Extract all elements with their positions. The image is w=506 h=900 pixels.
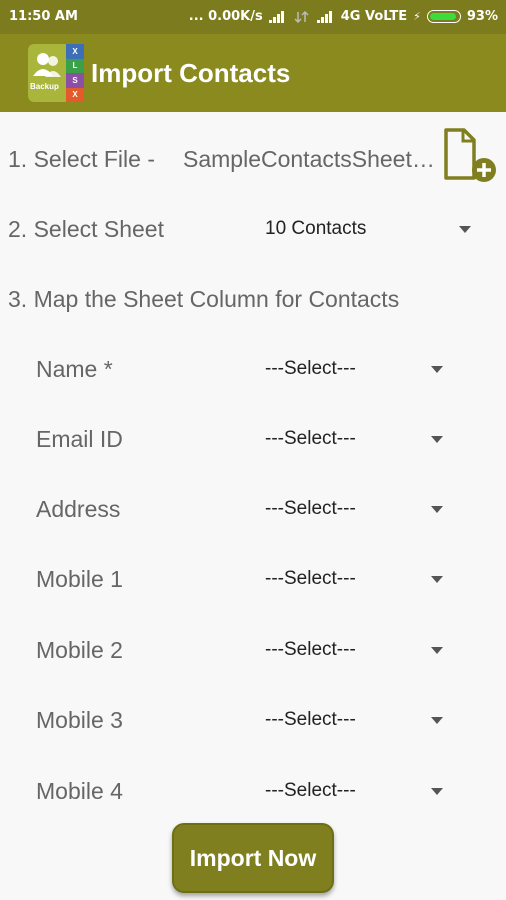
map-columns-label: 3. Map the Sheet Column for Contacts <box>8 286 400 312</box>
status-time: 11:50 AM <box>9 9 78 24</box>
contacts-icon <box>33 53 61 77</box>
charging-icon: ⚡ <box>413 10 421 23</box>
select-file-row: 1. Select File - SampleContactsSheet.xls… <box>0 138 506 178</box>
dropdown-value: ---Select--- <box>265 639 356 660</box>
field-dropdown-mobile-3[interactable]: ---Select--- <box>265 699 465 739</box>
logo-text: Backup <box>30 82 59 91</box>
field-label: Mobile 1 <box>36 566 123 592</box>
field-row-mobile-3: Mobile 3 ---Select--- <box>0 699 506 739</box>
app-bar: Backup X L S X Import Contacts <box>0 34 506 112</box>
field-row-mobile-4: Mobile 4 ---Select--- <box>0 770 506 810</box>
chevron-down-icon <box>431 576 443 583</box>
dropdown-value: ---Select--- <box>265 428 356 449</box>
logo-letter: X <box>66 87 84 102</box>
field-dropdown-mobile-1[interactable]: ---Select--- <box>265 558 465 598</box>
battery-percent: 93% <box>466 9 498 24</box>
network-speed: ... 0.00K/s <box>188 9 263 24</box>
import-now-button[interactable]: Import Now <box>172 823 334 893</box>
sheet-dropdown-value: 10 Contacts <box>265 218 367 239</box>
chevron-down-icon <box>431 717 443 724</box>
select-file-label: 1. Select File - <box>8 146 155 172</box>
field-row-name: Name * ---Select--- <box>0 348 506 388</box>
dropdown-value: ---Select--- <box>265 358 356 379</box>
select-sheet-row: 2. Select Sheet 10 Contacts <box>0 208 506 248</box>
map-columns-row: 3. Map the Sheet Column for Contacts <box>0 278 506 318</box>
field-dropdown-name[interactable]: ---Select--- <box>265 348 465 388</box>
status-bar: 11:50 AM ... 0.00K/s 4G VoLTE ⚡ 93% <box>0 0 506 34</box>
dropdown-value: ---Select--- <box>265 568 356 589</box>
status-indicators: ... 0.00K/s 4G VoLTE ⚡ 93% <box>189 9 498 24</box>
field-label: Mobile 3 <box>36 707 123 733</box>
file-add-icon[interactable] <box>442 126 500 184</box>
field-label: Address <box>36 496 121 522</box>
data-transfer-icon <box>294 10 309 23</box>
file-name[interactable]: SampleContactsSheet.xlsx <box>183 146 441 173</box>
chevron-down-icon <box>431 366 443 373</box>
network-type: 4G VoLTE <box>340 9 408 24</box>
dropdown-value: ---Select--- <box>265 498 356 519</box>
field-dropdown-address[interactable]: ---Select--- <box>265 488 465 528</box>
page-title: Import Contacts <box>91 58 291 88</box>
field-dropdown-email[interactable]: ---Select--- <box>265 418 465 458</box>
signal-icon <box>268 10 284 23</box>
field-label: Name * <box>36 356 113 382</box>
field-dropdown-mobile-2[interactable]: ---Select--- <box>265 629 465 669</box>
field-row-email: Email ID ---Select--- <box>0 418 506 458</box>
field-label: Mobile 4 <box>36 778 123 804</box>
field-row-mobile-2: Mobile 2 ---Select--- <box>0 629 506 669</box>
sheet-dropdown[interactable]: 10 Contacts <box>265 208 477 248</box>
chevron-down-icon <box>431 506 443 513</box>
battery-fill <box>429 12 456 20</box>
logo-letter: S <box>66 73 84 88</box>
app-logo: Backup X L S X <box>28 44 84 102</box>
battery-icon <box>426 10 461 23</box>
chevron-down-icon <box>431 436 443 443</box>
field-label: Email ID <box>36 426 123 452</box>
logo-letter: L <box>66 58 84 73</box>
signal-icon-2 <box>316 10 332 23</box>
field-label: Mobile 2 <box>36 637 123 663</box>
chevron-down-icon <box>459 226 471 233</box>
dropdown-value: ---Select--- <box>265 780 356 801</box>
logo-strip: X L S X <box>66 44 84 102</box>
chevron-down-icon <box>431 647 443 654</box>
logo-main: Backup <box>28 44 66 102</box>
dropdown-value: ---Select--- <box>265 709 356 730</box>
field-dropdown-mobile-4[interactable]: ---Select--- <box>265 770 465 810</box>
field-row-mobile-1: Mobile 1 ---Select--- <box>0 558 506 598</box>
field-row-address: Address ---Select--- <box>0 488 506 528</box>
chevron-down-icon <box>431 788 443 795</box>
logo-letter: X <box>66 44 84 59</box>
select-sheet-label: 2. Select Sheet <box>8 216 164 242</box>
